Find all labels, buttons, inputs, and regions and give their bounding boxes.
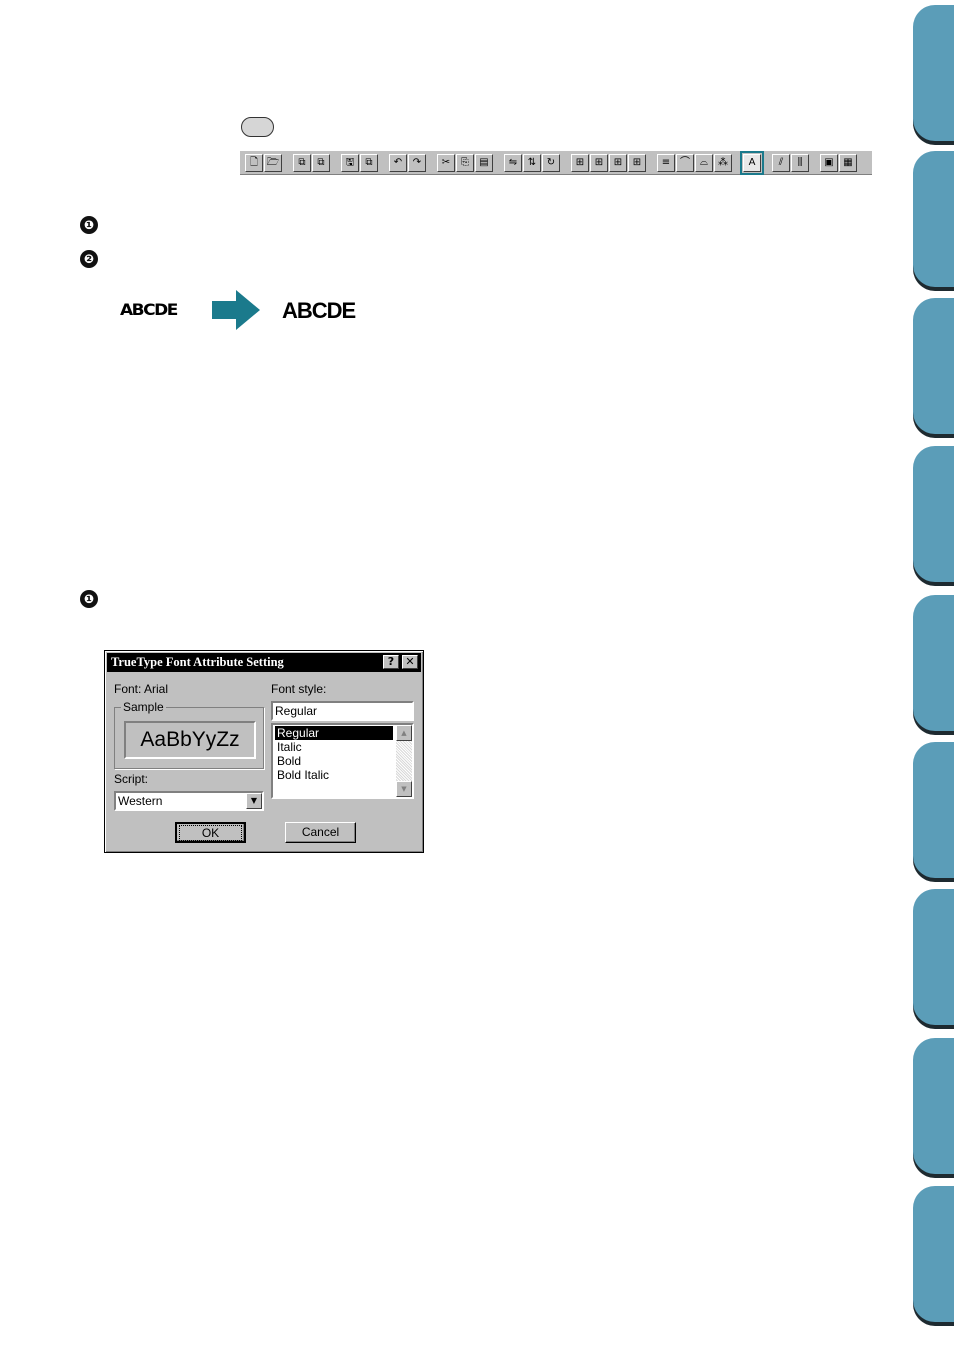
preview-icon[interactable]: ▣ <box>820 154 838 172</box>
step-marker-1-second: ❶ <box>80 590 98 608</box>
side-tab-4[interactable] <box>913 446 954 582</box>
text-before: ABCDE <box>120 300 178 320</box>
stitch-order-icon[interactable]: ⫼ <box>791 154 809 172</box>
truetype-font-attribute-icon[interactable]: A <box>740 151 764 175</box>
side-tab-1[interactable] <box>913 5 954 141</box>
step-marker-1: ❶ <box>80 216 98 234</box>
sample-label: Sample <box>121 700 166 714</box>
list-item[interactable]: Bold Italic <box>275 768 393 782</box>
import-browse-icon[interactable]: ⧉ <box>312 154 330 172</box>
side-tab-6[interactable] <box>913 742 954 878</box>
list-scrollbar[interactable]: ▲ ▼ <box>396 725 412 797</box>
text-transform-icon[interactable]: ⁂ <box>714 154 732 172</box>
mirror-horizontal-icon[interactable]: ⇋ <box>504 154 522 172</box>
cut-icon[interactable]: ✂ <box>437 154 455 172</box>
help-button[interactable]: ? <box>383 655 399 669</box>
new-icon[interactable]: 🗋 <box>245 154 263 172</box>
script-label: Script: <box>114 772 149 786</box>
side-tab-9[interactable] <box>913 1186 954 1322</box>
save-icon[interactable]: 🖫 <box>341 154 359 172</box>
paste-icon[interactable]: ▤ <box>475 154 493 172</box>
sample-preview: AaBbYyZz <box>124 721 256 759</box>
script-select[interactable]: Western ▼ <box>114 791 264 811</box>
open-icon[interactable]: 🗁 <box>264 154 282 172</box>
step-marker-2: ❷ <box>80 250 98 268</box>
stitch-icon[interactable]: ⫽ <box>772 154 790 172</box>
arrange-2-icon[interactable]: ⊞ <box>590 154 608 172</box>
import-icon[interactable]: ⧉ <box>293 154 311 172</box>
redo-icon[interactable]: ↷ <box>408 154 426 172</box>
font-style-value: Regular <box>275 704 318 718</box>
text-fit-icon[interactable]: ≡ <box>657 154 675 172</box>
mirror-vertical-icon[interactable]: ⇅ <box>523 154 541 172</box>
save-as-icon[interactable]: ⧉ <box>360 154 378 172</box>
arrange-4-icon[interactable]: ⊞ <box>628 154 646 172</box>
chevron-down-icon[interactable]: ▼ <box>246 793 262 809</box>
script-value: Western <box>118 794 163 808</box>
text-path-icon[interactable]: ⌒ <box>676 154 694 172</box>
side-tab-2[interactable] <box>913 151 954 287</box>
list-item[interactable]: Bold <box>275 754 393 768</box>
side-tab-5[interactable] <box>913 595 954 731</box>
scroll-up-icon[interactable]: ▲ <box>396 725 412 741</box>
font-style-input[interactable]: Regular <box>271 701 414 721</box>
close-button[interactable]: ✕ <box>402 655 418 669</box>
property-icon[interactable]: ▦ <box>839 154 857 172</box>
side-tab-7[interactable] <box>913 889 954 1025</box>
arrange-1-icon[interactable]: ⊞ <box>571 154 589 172</box>
text-arc-icon[interactable]: ⌓ <box>695 154 713 172</box>
font-style-label: Font style: <box>271 682 327 696</box>
dialog-titlebar: TrueType Font Attribute Setting ? ✕ <box>107 653 421 672</box>
ok-label: OK <box>178 825 243 841</box>
arrange-3-icon[interactable]: ⊞ <box>609 154 627 172</box>
ok-button[interactable]: OK <box>175 822 246 843</box>
cancel-button[interactable]: Cancel <box>285 822 356 843</box>
right-arrow-icon <box>212 290 260 330</box>
dialog-title: TrueType Font Attribute Setting <box>111 655 284 669</box>
font-label: Font: Arial <box>114 682 169 696</box>
key-button <box>241 117 274 137</box>
side-tab-8[interactable] <box>913 1038 954 1174</box>
copy-icon[interactable]: ⎘ <box>456 154 474 172</box>
rotate-icon[interactable]: ↻ <box>542 154 560 172</box>
toolbar: 🗋 🗁 ⧉ ⧉ 🖫 ⧉ ↶ ↷ ✂ ⎘ ▤ ⇋ ⇅ ↻ ⊞ ⊞ ⊞ ⊞ ≡ ⌒ ⌓ ⁂ A ⫽ ⫼ ▣ ▦ <box>240 151 872 175</box>
truetype-font-attribute-dialog: TrueType Font Attribute Setting ? ✕ Font… <box>104 650 424 853</box>
undo-icon[interactable]: ↶ <box>389 154 407 172</box>
font-style-list[interactable]: Regular Italic Bold Bold Italic ▲ ▼ <box>271 723 414 799</box>
side-tab-3[interactable] <box>913 298 954 434</box>
list-item[interactable]: Regular <box>275 726 393 740</box>
text-after: ABCDE <box>282 298 356 323</box>
scroll-down-icon[interactable]: ▼ <box>396 781 412 797</box>
list-item[interactable]: Italic <box>275 740 393 754</box>
